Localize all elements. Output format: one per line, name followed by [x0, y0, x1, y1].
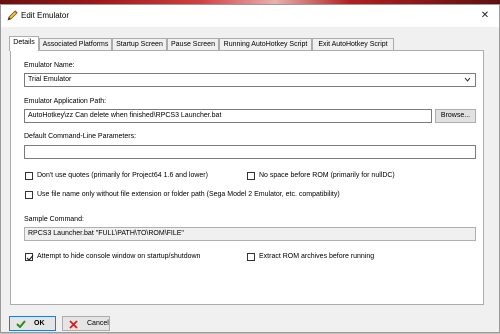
emulator-name-select[interactable]: Trial Emulator [24, 73, 476, 87]
tab-associated-platforms[interactable]: Associated Platforms [39, 38, 112, 50]
checkmark-icon [16, 320, 26, 333]
title-bar: Edit Emulator ✕ [1, 5, 499, 27]
tab-pause-screen[interactable]: Pause Screen [167, 38, 219, 50]
app-path-label: Emulator Application Path: [24, 98, 107, 105]
tab-startup-screen[interactable]: Startup Screen [112, 38, 167, 50]
emulator-name-value: Trial Emulator [28, 76, 72, 83]
file-name-only-label: Use file name only without file extensio… [37, 191, 340, 198]
ok-button[interactable]: OK [9, 316, 56, 331]
extract-rom-checkbox[interactable] [247, 253, 255, 261]
tab-running-autohotkey-script[interactable]: Running AutoHotkey Script [219, 38, 312, 50]
x-icon [69, 320, 78, 334]
no-space-before-rom-label: No space before ROM (primarily for nullD… [259, 172, 395, 179]
sample-command-label: Sample Command: [24, 216, 84, 223]
cancel-label: Cancel [87, 320, 109, 327]
window-title: Edit Emulator [21, 11, 70, 20]
ok-label: OK [34, 320, 45, 327]
browse-button[interactable]: Browse... [435, 109, 476, 123]
extract-rom-label: Extract ROM archives before running [259, 253, 375, 260]
close-icon[interactable]: ✕ [477, 8, 493, 24]
pencil-icon [7, 10, 18, 21]
edit-emulator-dialog: Edit Emulator ✕ Details Associated Platf… [0, 4, 500, 333]
sample-command-field: RPCS3 Launcher.bat "FULL\PATH\TO\ROM\FIL… [24, 227, 476, 241]
hide-console-label: Attempt to hide console window on startu… [37, 253, 201, 260]
chevron-down-icon [464, 76, 471, 83]
details-panel: Emulator Name: Trial Emulator Emulator A… [10, 50, 484, 305]
dont-use-quotes-checkbox[interactable] [25, 172, 33, 180]
dont-use-quotes-label: Don't use quotes (primarily for Project6… [37, 172, 208, 179]
tab-details[interactable]: Details [9, 36, 39, 51]
cmdline-label: Default Command-Line Parameters: [24, 133, 137, 140]
no-space-before-rom-checkbox[interactable] [247, 172, 255, 180]
cancel-button[interactable]: Cancel [62, 316, 110, 331]
checkmark-icon [26, 255, 34, 261]
emulator-name-label: Emulator Name: [24, 62, 75, 69]
tab-exit-autohotkey-script[interactable]: Exit AutoHotkey Script [312, 38, 394, 50]
app-path-input[interactable]: AutoHotkey\zz Can delete when finished\R… [24, 109, 432, 123]
hide-console-checkbox[interactable] [25, 253, 34, 261]
file-name-only-checkbox[interactable] [25, 191, 33, 199]
cmdline-input[interactable] [24, 145, 476, 159]
